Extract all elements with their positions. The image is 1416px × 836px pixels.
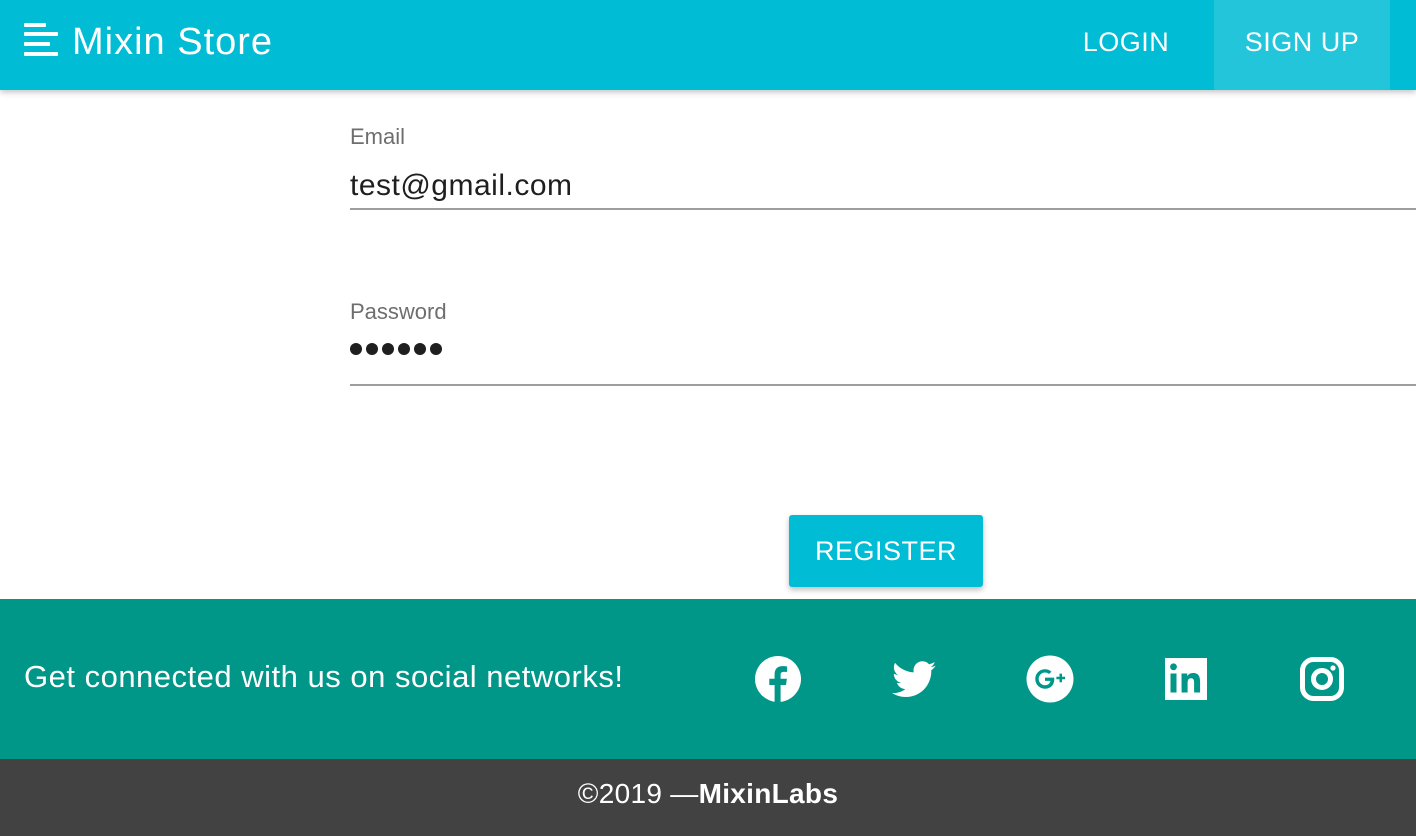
google-plus-icon[interactable] <box>1026 655 1074 703</box>
brand-title[interactable]: Mixin Store <box>72 18 273 66</box>
linkedin-icon[interactable] <box>1162 655 1210 703</box>
top-navbar: Mixin Store LOGIN SIGN UP <box>0 0 1416 90</box>
password-dot <box>398 343 410 355</box>
password-masked-value <box>350 343 442 357</box>
social-tagline: Get connected with us on social networks… <box>24 659 624 694</box>
login-button[interactable]: LOGIN <box>1062 0 1190 90</box>
social-footer: Get connected with us on social networks… <box>0 599 1416 759</box>
instagram-icon[interactable] <box>1298 655 1346 703</box>
twitter-icon[interactable] <box>890 655 938 703</box>
register-button[interactable]: REGISTER <box>789 515 983 587</box>
signup-button[interactable]: SIGN UP <box>1214 0 1390 90</box>
password-dot <box>366 343 378 355</box>
copyright-prefix: ©2019 — <box>577 778 699 809</box>
hamburger-menu-icon[interactable] <box>24 22 60 58</box>
password-dot <box>414 343 426 355</box>
password-dot <box>430 343 442 355</box>
copyright-bar: ©2019 —MixinLabs <box>0 759 1416 836</box>
copyright-text: ©2019 —MixinLabs <box>0 778 1416 810</box>
password-dot <box>382 343 394 355</box>
password-field[interactable] <box>350 332 1416 386</box>
company-link[interactable]: MixinLabs <box>699 778 839 809</box>
email-label: Email <box>350 124 406 149</box>
password-label: Password <box>350 299 447 324</box>
facebook-icon[interactable] <box>754 655 802 703</box>
password-dot <box>350 343 362 355</box>
email-field[interactable] <box>350 164 1416 210</box>
